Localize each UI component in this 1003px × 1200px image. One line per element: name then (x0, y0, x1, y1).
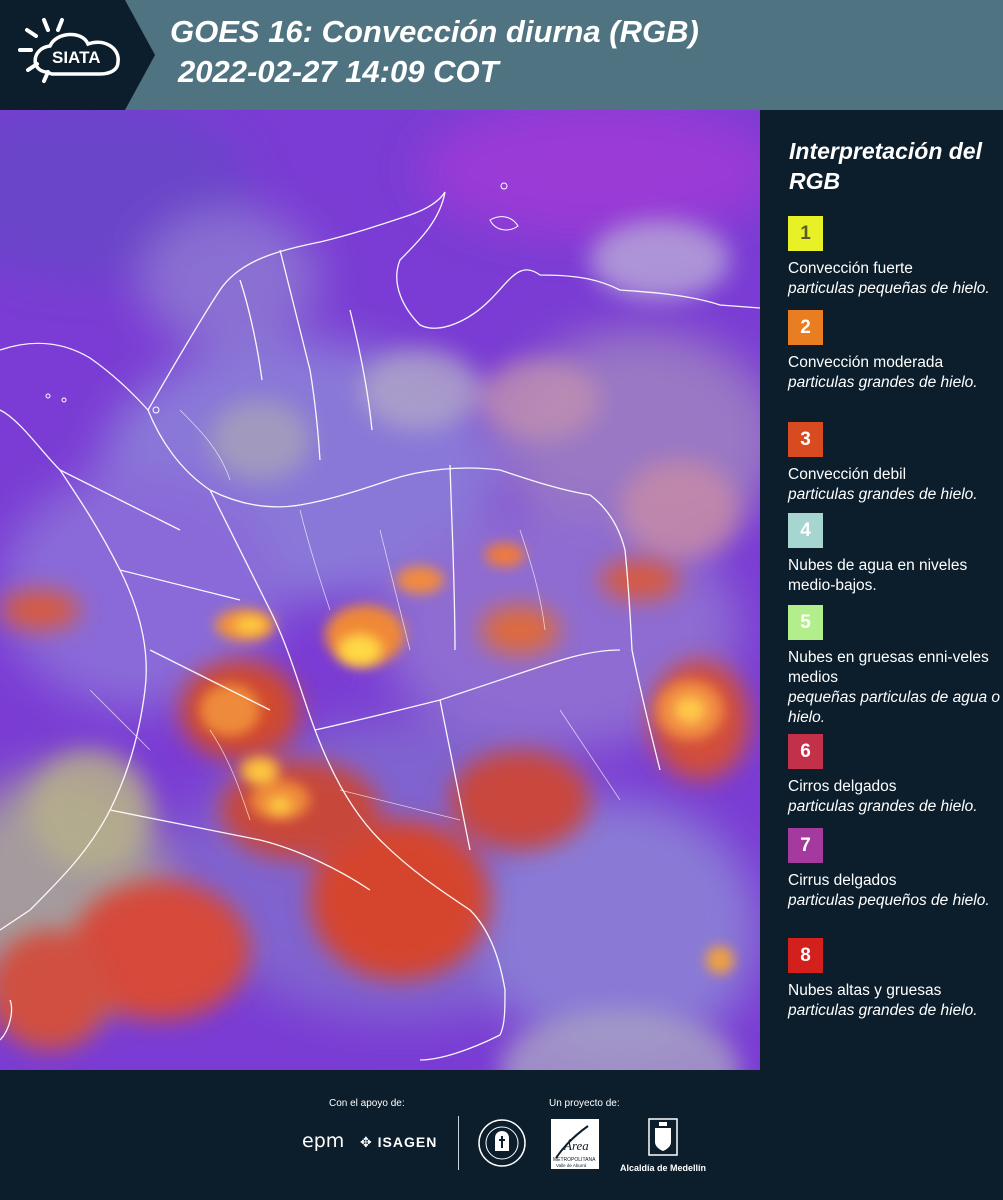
footer-divider (458, 1116, 459, 1170)
legend-item-label: Convección debil (788, 466, 907, 483)
legend-item-label: Convección moderada (788, 354, 944, 371)
legend-item-label: Nubes en gruesas enni-veles medios (788, 649, 989, 686)
legend-swatch: 3 (788, 422, 823, 457)
siata-logo-text: SIATA (52, 48, 100, 67)
legend-swatch: 6 (788, 734, 823, 769)
legend-item-label: Cirrus delgados (788, 872, 897, 889)
medellin-shield-icon (648, 1118, 678, 1156)
legend-item: 3 Convección debil particulas grandes de… (788, 422, 1000, 505)
legend-item-label: Cirros delgados (788, 778, 897, 795)
epm-logo: epm (302, 1130, 345, 1152)
alcaldia-medellin-logo: Alcaldía de Medellín (618, 1118, 708, 1173)
legend-item: 5 Nubes en gruesas enni-veles medios peq… (788, 605, 1000, 728)
legend-item-desc: particulas pequeños de hielo. (788, 892, 990, 909)
legend-swatch: 4 (788, 513, 823, 548)
page-timestamp: 2022-02-27 14:09 COT (178, 54, 499, 89)
legend-title: Interpretación del RGB (789, 138, 982, 194)
legend-item-label: Nubes de agua en niveles medio-bajos. (788, 557, 968, 594)
page-title: GOES 16: Convección diurna (RGB) (170, 14, 699, 49)
alcaldia-text: Alcaldía de Medellín (619, 1163, 707, 1173)
isagen-logo: ✥ ISAGEN (360, 1134, 437, 1151)
legend-item: 8 Nubes altas y gruesas particulas grand… (788, 938, 1000, 1021)
legend-item-desc: particulas pequeñas de hielo. (788, 280, 990, 297)
legend-item: 6 Cirros delgados particulas grandes de … (788, 734, 1000, 817)
legend-swatch: 1 (788, 216, 823, 251)
legend-item: 7 Cirrus delgados particulas pequeños de… (788, 828, 1000, 911)
footer: Con el apoyo de: Un proyecto de: epm ✥ I… (0, 1070, 1003, 1200)
area-metropolitana-logo: Área METROPOLITANA Valle de Aburrá (550, 1118, 600, 1175)
legend-item-label: Nubes altas y gruesas (788, 982, 942, 999)
project-label: Un proyecto de: (549, 1098, 620, 1109)
legend-panel: Interpretación del RGB 1 Convección fuer… (760, 110, 1003, 1070)
isagen-icon: ✥ (360, 1134, 373, 1150)
satellite-map (0, 110, 760, 1070)
legend-item: 1 Convección fuerte particulas pequeñas … (788, 216, 1000, 299)
area-logo-sub2: Valle de Aburrá (556, 1163, 587, 1168)
support-label: Con el apoyo de: (329, 1098, 405, 1109)
isagen-logo-text: ISAGEN (377, 1134, 438, 1150)
legend-swatch: 5 (788, 605, 823, 640)
legend-item-label: Convección fuerte (788, 260, 913, 277)
header: SIATA GOES 16: Convección diurna (RGB) 2… (0, 0, 1003, 110)
legend-swatch: 2 (788, 310, 823, 345)
legend-item-desc: pequeñas particulas de agua o hielo. (788, 689, 1000, 726)
area-logo-text: Área (563, 1138, 589, 1153)
siata-logo: SIATA (0, 0, 155, 110)
legend-item-desc: particulas grandes de hielo. (788, 486, 978, 503)
municipal-seal-icon (477, 1118, 527, 1173)
legend-swatch: 8 (788, 938, 823, 973)
legend-swatch: 7 (788, 828, 823, 863)
legend-item-desc: particulas grandes de hielo. (788, 374, 978, 391)
legend-item-desc: particulas grandes de hielo. (788, 798, 978, 815)
legend-item: 4 Nubes de agua en niveles medio-bajos. (788, 513, 1000, 596)
legend-item-desc: particulas grandes de hielo. (788, 1002, 978, 1019)
legend-item: 2 Convección moderada particulas grandes… (788, 310, 1000, 393)
